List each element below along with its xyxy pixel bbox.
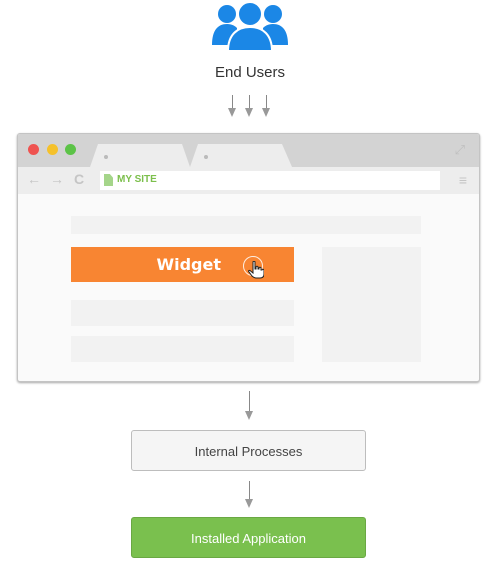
hand-pointer-icon	[248, 261, 264, 279]
back-arrow-icon[interactable]: ←	[27, 171, 41, 187]
placeholder-bar	[71, 336, 294, 362]
expand-icon[interactable]: ⤢	[455, 142, 465, 158]
internal-processes-box: Internal Processes	[131, 430, 366, 471]
browser-window: ⤢ ← → C MY SITE ≡ Widget	[17, 133, 480, 382]
users-group-icon	[212, 1, 288, 52]
placeholder-bar	[71, 300, 294, 326]
end-users-label: End Users	[214, 64, 286, 81]
nav-bar: ← → C MY SITE ≡	[18, 167, 479, 194]
forward-arrow-icon[interactable]: →	[50, 171, 64, 187]
sidebar-placeholder	[322, 247, 421, 362]
arrow-down-icon	[262, 95, 272, 119]
installed-application-box: Installed Application	[131, 517, 366, 558]
url-text: MY SITE	[117, 174, 157, 185]
menu-icon[interactable]: ≡	[459, 172, 467, 188]
arrow-down-icon	[245, 391, 255, 421]
close-window-button[interactable]	[28, 144, 39, 155]
minimize-window-button[interactable]	[47, 144, 58, 155]
arrow-down-icon	[245, 481, 255, 509]
arrow-down-icon	[245, 95, 255, 119]
arrow-down-icon	[228, 95, 238, 119]
maximize-window-button[interactable]	[65, 144, 76, 155]
tab-bar: ⤢	[18, 134, 479, 167]
reload-icon[interactable]: C	[74, 171, 84, 187]
browser-tab[interactable]	[190, 144, 292, 167]
browser-tab[interactable]	[90, 144, 190, 167]
page-icon	[104, 174, 113, 186]
address-bar[interactable]: MY SITE	[100, 171, 440, 190]
widget-label: Widget	[156, 255, 221, 274]
widget-button[interactable]: Widget	[71, 247, 294, 282]
placeholder-bar	[71, 216, 421, 234]
